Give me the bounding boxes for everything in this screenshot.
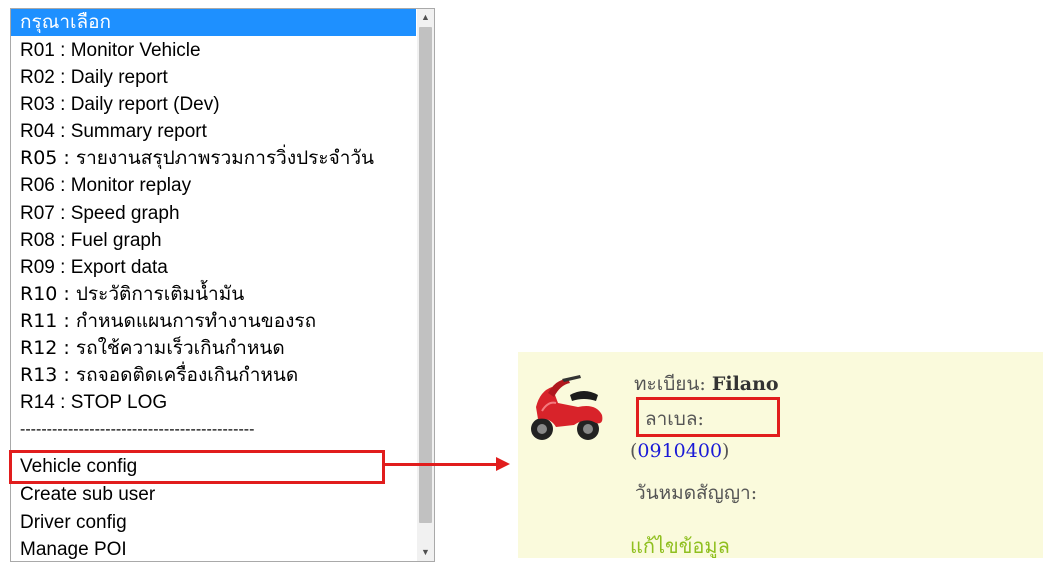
option-r06[interactable]: R06 : Monitor replay <box>11 172 416 199</box>
option-r11[interactable]: R11 : กำหนดแผนการทำงานของรถ <box>11 308 416 335</box>
option-r04[interactable]: R04 : Summary report <box>11 118 416 145</box>
option-r12[interactable]: R12 : รถใช้ความเร็วเกินกำหนด <box>11 335 416 362</box>
option-r08[interactable]: R08 : Fuel graph <box>11 227 416 254</box>
expiry-label: วันหมดสัญญา: <box>635 482 758 504</box>
option-driver-config[interactable]: Driver config <box>11 509 416 536</box>
list-scrollbar[interactable]: ▲ ▼ <box>417 9 434 561</box>
scroll-up-icon[interactable]: ▲ <box>417 9 434 26</box>
scroll-thumb[interactable] <box>419 27 432 523</box>
option-r07[interactable]: R07 : Speed graph <box>11 200 416 227</box>
pointer-arrow-line <box>383 463 498 466</box>
option-please-select[interactable]: กรุณาเลือก <box>11 9 416 36</box>
option-r14[interactable]: R14 : STOP LOG <box>11 389 416 416</box>
plate-value: Filano <box>711 373 779 395</box>
option-create-sub-user[interactable]: Create sub user <box>11 481 416 508</box>
edit-info-link[interactable]: แก้ไขข้อมูล <box>630 530 730 562</box>
phone-close-paren: ) <box>722 440 730 462</box>
phone-row: (0910400) <box>630 440 729 462</box>
scooter-icon <box>531 375 603 440</box>
arrow-right-icon <box>496 457 510 471</box>
option-r13[interactable]: R13 : รถจอดติดเครื่องเกินกำหนด <box>11 362 416 389</box>
label-field-highlight-box <box>636 397 780 437</box>
plate-row: ทะเบียน: Filano <box>634 369 779 399</box>
option-r10[interactable]: R10 : ประวัติการเติมน้ำมัน <box>11 281 416 308</box>
option-r01[interactable]: R01 : Monitor Vehicle <box>11 37 416 64</box>
option-r05[interactable]: R05 : รายงานสรุปภาพรวมการวิ่งประจำวัน <box>11 145 416 172</box>
plate-label: ทะเบียน: <box>634 373 706 395</box>
scroll-down-icon[interactable]: ▼ <box>417 544 434 561</box>
option-r09[interactable]: R09 : Export data <box>11 254 416 281</box>
option-r03[interactable]: R03 : Daily report (Dev) <box>11 91 416 118</box>
option-r02[interactable]: R02 : Daily report <box>11 64 416 91</box>
vehicle-config-highlight-box <box>9 450 385 484</box>
option-separator: ----------------------------------------… <box>20 421 255 438</box>
phone-number-link[interactable]: 0910400 <box>637 440 722 462</box>
option-manage-poi[interactable]: Manage POI <box>11 536 416 561</box>
